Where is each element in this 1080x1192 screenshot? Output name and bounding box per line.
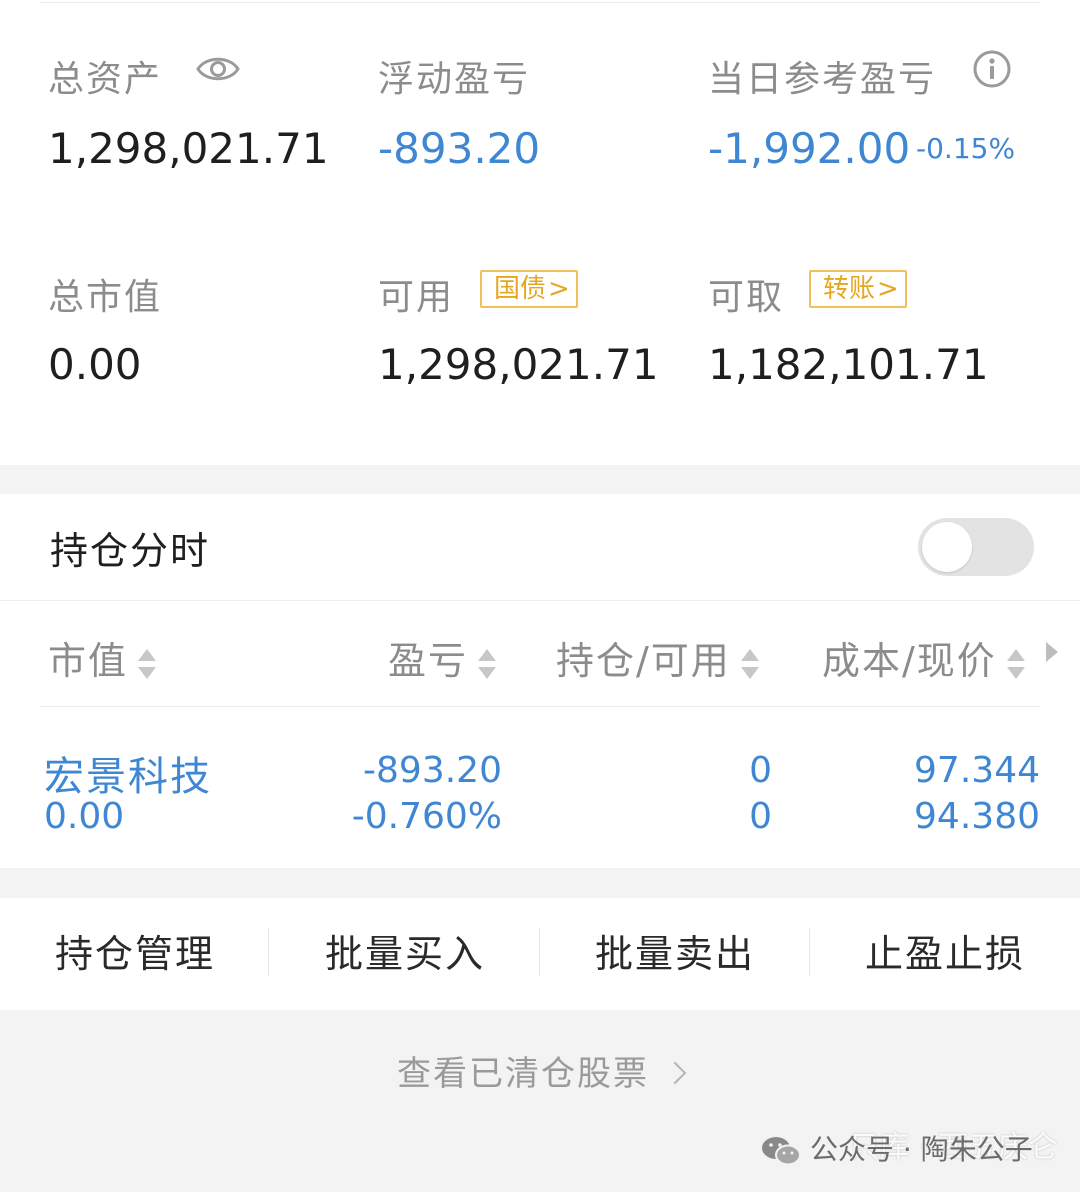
- chevron-right-icon: >: [877, 274, 899, 304]
- chevron-right-icon: >: [548, 274, 570, 304]
- holdings-intraday-toggle[interactable]: [918, 518, 1034, 576]
- stock-pl-percent: -0.760%: [351, 796, 502, 837]
- action-divider: [268, 928, 269, 976]
- account-page: 总资产 1,298,021.71 浮动盈亏 -893.20 当日参考盈亏 -1,…: [0, 0, 1080, 1192]
- withdrawable-label: 可取: [708, 277, 785, 318]
- floating-pl-label: 浮动盈亏: [378, 59, 531, 100]
- scroll-right-icon[interactable]: [1046, 642, 1058, 662]
- stock-position: 0: [749, 750, 772, 791]
- daily-ref-pl-percent: -0.15%: [916, 132, 1016, 165]
- top-divider: [40, 2, 1040, 3]
- watermark-text: 公众号 · 陶朱公子: [810, 1133, 1033, 1166]
- row-divider: [40, 706, 1040, 707]
- daily-ref-pl-label: 当日参考盈亏: [708, 59, 937, 100]
- column-market-value-label: 市值: [48, 639, 129, 683]
- stock-price: 94.380: [914, 796, 1040, 837]
- wechat-watermark: 公众号 · 陶朱公子: [760, 1128, 1033, 1172]
- batch-buy-button[interactable]: 批量买入: [270, 898, 540, 1010]
- stock-market-value: 0.00: [44, 796, 125, 837]
- column-cost-price-label: 成本/现价: [822, 639, 997, 683]
- market-value-value: 0.00: [48, 340, 142, 389]
- transfer-tag-label: 转账: [823, 274, 876, 304]
- total-assets-label: 总资产: [48, 59, 163, 100]
- available-label: 可用: [378, 277, 455, 318]
- eye-icon[interactable]: [196, 52, 240, 86]
- chevron-right-icon: [663, 1061, 687, 1084]
- wechat-icon: [762, 1137, 801, 1166]
- floating-pl-value: -893.20: [378, 124, 541, 173]
- column-cost-price[interactable]: 成本/现价: [822, 630, 1025, 685]
- header-divider: [0, 600, 1080, 601]
- sort-icon: [740, 648, 759, 679]
- sort-icon: [1006, 648, 1025, 679]
- view-cleared-stocks-label: 查看已清仓股票: [397, 1054, 649, 1094]
- holdings-title: 持仓分时: [50, 529, 211, 573]
- sort-icon: [478, 648, 497, 679]
- position-management-button[interactable]: 持仓管理: [0, 898, 270, 1010]
- stop-profit-loss-button[interactable]: 止盈止损: [810, 898, 1080, 1010]
- column-market-value[interactable]: 市值: [48, 630, 157, 685]
- available-value: 1,298,021.71: [378, 340, 659, 389]
- stock-pl: -893.20: [363, 750, 502, 791]
- info-icon[interactable]: [972, 49, 1012, 89]
- daily-ref-pl-value: -1,992.00: [708, 124, 911, 173]
- column-pl[interactable]: 盈亏: [388, 630, 497, 685]
- stock-available: 0: [749, 796, 772, 837]
- column-position-label: 持仓/可用: [556, 639, 731, 683]
- asset-summary-card: 总资产 1,298,021.71 浮动盈亏 -893.20 当日参考盈亏 -1,…: [0, 0, 1080, 465]
- holdings-action-bar: 持仓管理 批量买入 批量卖出 止盈止损: [0, 898, 1080, 1010]
- toggle-knob: [922, 522, 972, 572]
- sort-icon: [138, 648, 157, 679]
- stock-cost: 97.344: [914, 750, 1040, 791]
- batch-sell-button[interactable]: 批量卖出: [540, 898, 810, 1010]
- stock-name: 宏景科技: [44, 754, 212, 800]
- transfer-tag[interactable]: 转账>: [809, 270, 907, 308]
- treasury-bond-tag-label: 国债: [494, 274, 547, 304]
- view-cleared-stocks-link[interactable]: 查看已清仓股票: [0, 1046, 1080, 1095]
- column-position[interactable]: 持仓/可用: [556, 630, 759, 685]
- treasury-bond-tag[interactable]: 国债>: [480, 270, 578, 308]
- total-assets-value: 1,298,021.71: [48, 124, 329, 173]
- withdrawable-value: 1,182,101.71: [708, 340, 989, 389]
- holdings-section: 持仓分时 市值 盈亏 持仓/可用 成本/现价 宏景科技 0.00 -893.20…: [0, 494, 1080, 868]
- market-value-label: 总市值: [48, 277, 163, 318]
- column-pl-label: 盈亏: [388, 639, 469, 683]
